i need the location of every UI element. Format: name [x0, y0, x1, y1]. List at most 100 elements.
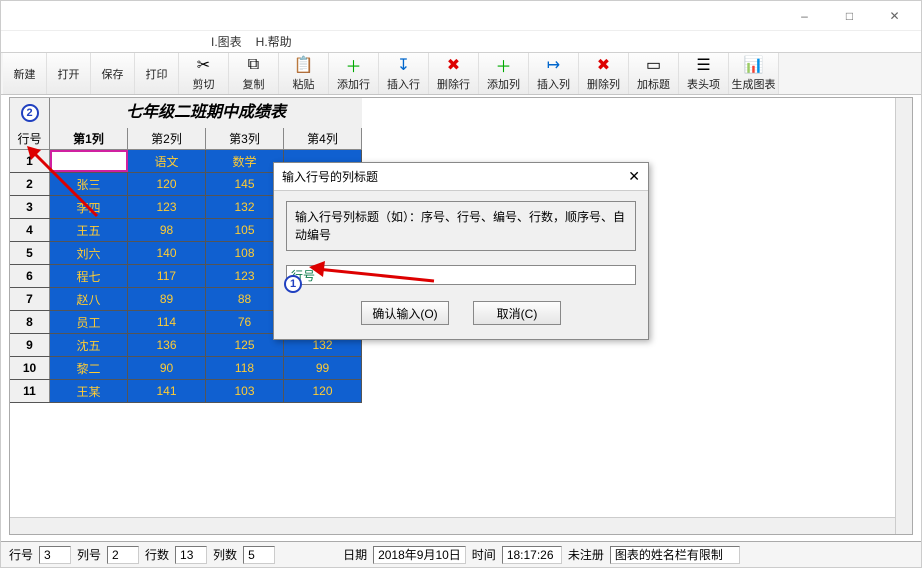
header-col2[interactable]: 第2列 [128, 128, 206, 149]
scrollbar-vertical[interactable] [895, 98, 912, 534]
header-col3[interactable]: 第3列 [206, 128, 284, 149]
status-cols-label: 列数 [209, 546, 241, 563]
cell[interactable]: 王五 [50, 219, 128, 241]
menu-chart[interactable]: I.图表 [211, 33, 242, 50]
title-icon: ▭ [646, 55, 661, 75]
sheet-title-row: 2 七年级二班期中成绩表 [10, 98, 362, 128]
cell[interactable]: 120 [128, 173, 206, 195]
cell[interactable]: 李四 [50, 196, 128, 218]
ok-button[interactable]: 确认输入(O) [361, 301, 449, 325]
status-rows-label: 行数 [141, 546, 173, 563]
dialog-input[interactable] [286, 265, 636, 285]
row-number[interactable]: 10 [10, 357, 50, 379]
cell[interactable]: 程七 [50, 265, 128, 287]
chart-icon: 📊 [744, 55, 764, 75]
badge-2: 2 [21, 104, 39, 122]
addcol-button[interactable]: ＋添加列 [479, 53, 529, 94]
badge-1-marker: 1 [284, 275, 302, 293]
status-rownum-label: 行号 [5, 546, 37, 563]
cell[interactable]: 117 [128, 265, 206, 287]
cell[interactable]: 刘六 [50, 242, 128, 264]
save-button[interactable]: 保存 [91, 53, 135, 94]
paste-icon: 📋 [294, 55, 314, 75]
dialog-body: 输入行号列标题（如）：序号、行号、编号、行数，顺序号、自动编号 确认输入(O) … [274, 191, 648, 339]
header-rownum[interactable]: 行号 [10, 128, 50, 149]
row-number[interactable]: 3 [10, 196, 50, 218]
delcol-button[interactable]: ✖删除列 [579, 53, 629, 94]
close-button[interactable]: ✕ [872, 2, 917, 30]
cell[interactable]: 王某 [50, 380, 128, 402]
cancel-button[interactable]: 取消(C) [473, 301, 561, 325]
cell[interactable]: 赵八 [50, 288, 128, 310]
menu-help[interactable]: H.帮助 [256, 33, 292, 50]
new-button[interactable]: 新建 [3, 53, 47, 94]
status-date-value: 2018年9月10日 [373, 546, 466, 564]
cell[interactable]: 103 [206, 380, 284, 402]
row-number[interactable]: 6 [10, 265, 50, 287]
addrow-icon: ＋ [345, 55, 361, 75]
insrow-icon: ↧ [397, 55, 410, 75]
cell[interactable] [50, 150, 128, 172]
header-button[interactable]: ☰表头项 [679, 53, 729, 94]
dialog-hint: 输入行号列标题（如）：序号、行号、编号、行数，顺序号、自动编号 [286, 201, 636, 251]
scrollbar-horizontal[interactable] [10, 517, 895, 534]
maximize-button[interactable]: □ [827, 2, 872, 30]
toolbar: 新建 打开 保存 打印 ✂剪切 ⧉复制 📋粘贴 ＋添加行 ↧插入行 ✖删除行 ＋… [1, 53, 921, 95]
cell[interactable]: 99 [284, 357, 362, 379]
row-number[interactable]: 1 [10, 150, 50, 172]
row-number[interactable]: 8 [10, 311, 50, 333]
cell[interactable]: 沈五 [50, 334, 128, 356]
cell[interactable]: 120 [284, 380, 362, 402]
minimize-button[interactable]: – [782, 2, 827, 30]
cell[interactable]: 黎二 [50, 357, 128, 379]
status-rows-value: 13 [175, 546, 207, 564]
cell[interactable]: 118 [206, 357, 284, 379]
cell[interactable]: 语文 [128, 150, 206, 172]
print-button[interactable]: 打印 [135, 53, 179, 94]
status-colnum-value: 2 [107, 546, 139, 564]
addrow-button[interactable]: ＋添加行 [329, 53, 379, 94]
cell[interactable]: 141 [128, 380, 206, 402]
cell[interactable]: 114 [128, 311, 206, 333]
genchart-button[interactable]: 📊生成图表 [729, 53, 779, 94]
cut-icon: ✂ [197, 55, 210, 75]
column-headers: 行号 第1列 第2列 第3列 第4列 [10, 128, 362, 150]
addcol-icon: ＋ [495, 55, 511, 75]
dialog-close-button[interactable]: ✕ [628, 168, 640, 185]
cell[interactable]: 123 [128, 196, 206, 218]
header-icon: ☰ [696, 55, 710, 75]
addtitle-button[interactable]: ▭加标题 [629, 53, 679, 94]
row-number[interactable]: 11 [10, 380, 50, 402]
dialog-titlebar[interactable]: 输入行号的列标题 ✕ [274, 163, 648, 191]
copy-icon: ⧉ [248, 55, 259, 75]
cut-button[interactable]: ✂剪切 [179, 53, 229, 94]
inscol-icon: ↦ [547, 55, 560, 75]
header-col4[interactable]: 第4列 [284, 128, 362, 149]
insrow-button[interactable]: ↧插入行 [379, 53, 429, 94]
status-cols-value: 5 [243, 546, 275, 564]
cell[interactable]: 员工 [50, 311, 128, 333]
cell[interactable]: 90 [128, 357, 206, 379]
corner-cell[interactable]: 2 [10, 98, 50, 128]
input-dialog: 输入行号的列标题 ✕ 输入行号列标题（如）：序号、行号、编号、行数，顺序号、自动… [273, 162, 649, 340]
row-number[interactable]: 4 [10, 219, 50, 241]
table-row: 10黎二9011899 [10, 357, 362, 380]
status-time-label: 时间 [468, 546, 500, 563]
open-button[interactable]: 打开 [47, 53, 91, 94]
delrow-button[interactable]: ✖删除行 [429, 53, 479, 94]
row-number[interactable]: 9 [10, 334, 50, 356]
header-col1[interactable]: 第1列 [50, 128, 128, 149]
row-number[interactable]: 7 [10, 288, 50, 310]
row-number[interactable]: 5 [10, 242, 50, 264]
cell[interactable]: 张三 [50, 173, 128, 195]
inscol-button[interactable]: ↦插入列 [529, 53, 579, 94]
dialog-title: 输入行号的列标题 [282, 168, 378, 185]
paste-button[interactable]: 📋粘贴 [279, 53, 329, 94]
row-number[interactable]: 2 [10, 173, 50, 195]
copy-button[interactable]: ⧉复制 [229, 53, 279, 94]
cell[interactable]: 98 [128, 219, 206, 241]
cell[interactable]: 140 [128, 242, 206, 264]
cell[interactable]: 89 [128, 288, 206, 310]
cell[interactable]: 136 [128, 334, 206, 356]
table-row: 11王某141103120 [10, 380, 362, 403]
